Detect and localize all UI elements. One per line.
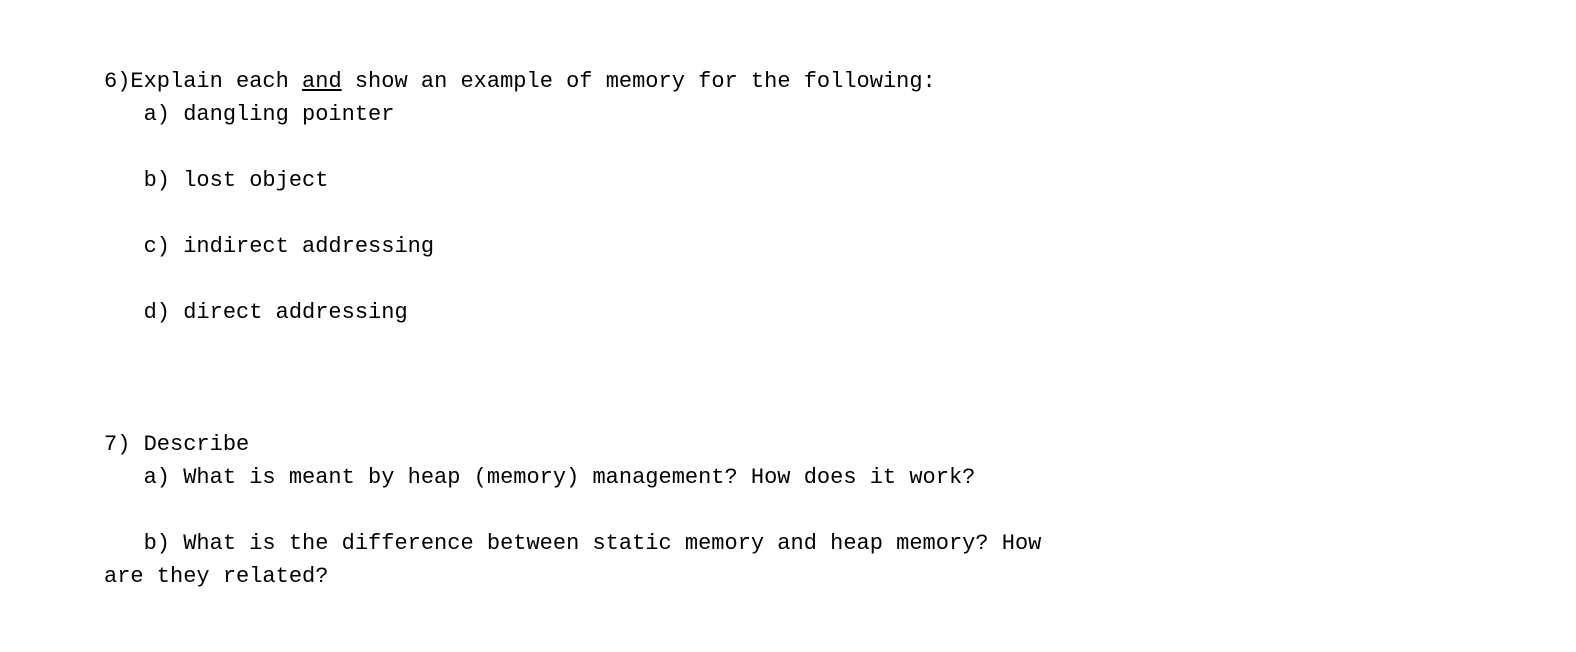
q6-item-c: c) indirect addressing <box>104 234 434 259</box>
q7-item-b-line2: are they related? <box>104 564 328 589</box>
q6-header-post: show an example of memory for the follow… <box>342 69 936 94</box>
document-page: 6)Explain each and show an example of me… <box>0 0 1576 593</box>
q7-item-a: a) What is meant by heap (memory) manage… <box>104 465 975 490</box>
q7-header: 7) Describe <box>104 432 249 457</box>
q6-item-b: b) lost object <box>104 168 328 193</box>
q6-item-a: a) dangling pointer <box>104 102 394 127</box>
q7-item-b-line1: b) What is the difference between static… <box>104 531 1041 556</box>
q6-header-underline: and <box>302 69 342 94</box>
q6-item-d: d) direct addressing <box>104 300 408 325</box>
q6-header: 6)Explain each and show an example of me… <box>104 69 936 94</box>
q6-header-pre: 6)Explain each <box>104 69 302 94</box>
